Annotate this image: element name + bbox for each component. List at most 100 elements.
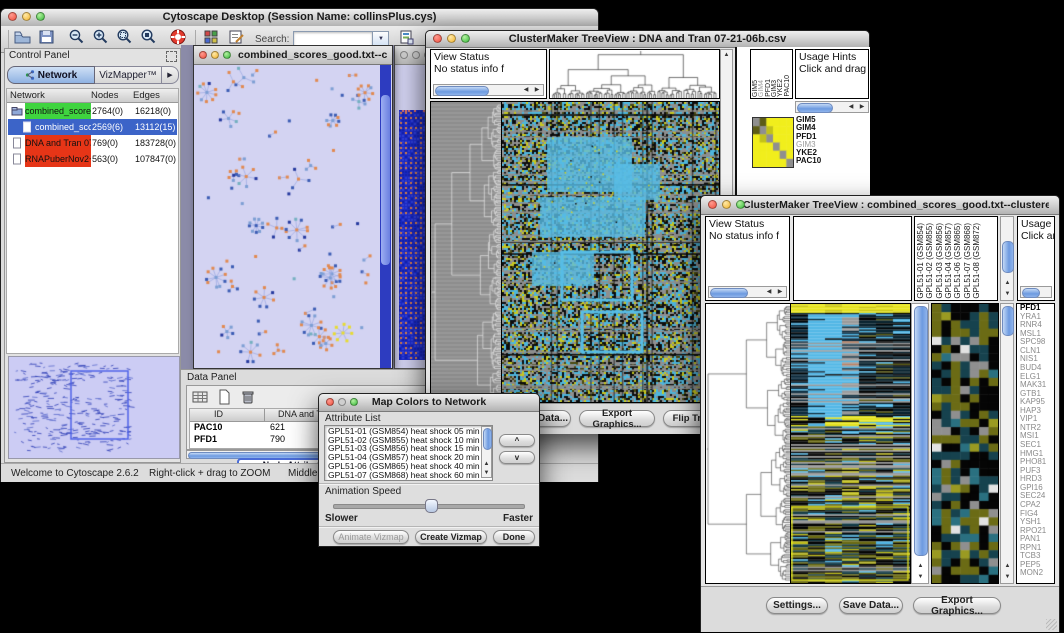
save-data-button[interactable]: Save Data... (839, 597, 903, 614)
close-button[interactable] (708, 200, 717, 209)
tv1-row-dendrogram-panel[interactable] (430, 101, 501, 403)
network-row[interactable]: combined_scores 2764(0) 16218(0) (8, 103, 177, 119)
tv2-usage-hscrollbar[interactable] (1020, 286, 1052, 298)
scroll-right-icon[interactable]: ▶ (775, 287, 785, 297)
overview-canvas[interactable] (8, 356, 180, 459)
scroll-right-icon[interactable]: ▶ (532, 85, 542, 95)
tv2-row-dendrogram-panel[interactable] (705, 303, 790, 584)
settings-button[interactable]: Settings... (766, 597, 828, 614)
close-button[interactable] (8, 12, 17, 21)
network-row-selected[interactable]: combined_sco 2569(6) 13112(15) (8, 119, 177, 135)
scroll-thumb[interactable] (1022, 288, 1040, 298)
tv2-labels-vscrollbar[interactable]: ▲ ▼ (1000, 216, 1014, 301)
scroll-thumb[interactable] (797, 103, 833, 113)
cm2-zoom-canvas[interactable] (932, 304, 998, 583)
tv2-zoom-heatmap-panel[interactable] (931, 303, 999, 584)
scroll-thumb[interactable] (1002, 306, 1014, 336)
attribute-list-vscrollbar[interactable]: ▲ ▼ (481, 426, 492, 478)
network-name[interactable]: combined_scores (25, 103, 91, 119)
cm1-coltree-canvas[interactable] (550, 50, 719, 98)
network-name[interactable]: DNA and Tran 07 (25, 135, 91, 151)
tv2-status-hscrollbar[interactable]: ◀ ▶ (708, 286, 787, 298)
zoom-button[interactable] (736, 200, 745, 209)
resize-grip[interactable] (1046, 619, 1057, 630)
close-button[interactable] (400, 51, 408, 59)
animation-slider[interactable] (333, 498, 523, 512)
cm2-heatmap-canvas[interactable] (791, 304, 910, 583)
export-graphics-button[interactable]: Export Graphics... (579, 410, 655, 427)
scroll-up-icon[interactable]: ▲ (482, 460, 491, 468)
attribute-listbox[interactable]: GPL51-01 (GSM854) heat shock 05 minGPL51… (324, 425, 493, 481)
tv1-column-dendrogram-panel[interactable] (549, 49, 720, 99)
col-network[interactable]: Network (10, 89, 45, 102)
network-canvas[interactable] (195, 65, 381, 368)
col-nodes[interactable]: Nodes (91, 89, 118, 102)
export-graphics-button[interactable]: Export Graphics... (913, 597, 1001, 614)
dialog-titlebar[interactable]: Map Colors to Network (319, 394, 539, 412)
cm2-rowtree-canvas[interactable] (706, 304, 790, 583)
cm1-heatmap-canvas[interactable] (502, 102, 719, 402)
cm1-rowtree-canvas[interactable] (431, 102, 501, 402)
tv2-column-dendrogram-panel[interactable] (793, 216, 912, 301)
tv1-heatmap-panel[interactable] (501, 101, 720, 403)
tab-more-button[interactable]: ▶ (162, 66, 179, 84)
network-row[interactable]: RNAPuberNov2+! 563(0) 107847(0) (8, 151, 177, 167)
scroll-thumb[interactable] (1002, 241, 1014, 273)
done-button[interactable]: Done (493, 530, 535, 544)
scroll-thumb[interactable] (435, 86, 489, 96)
scroll-thumb[interactable] (914, 306, 928, 556)
scroll-down-icon[interactable]: ▼ (482, 469, 491, 477)
tv2-main-vscrollbar[interactable]: ▲ ▼ (911, 303, 929, 584)
scroll-thumb[interactable] (381, 95, 390, 265)
move-down-button[interactable]: v (499, 451, 535, 464)
scroll-down-icon[interactable]: ▼ (914, 572, 927, 582)
tv1-titlebar[interactable]: ClusterMaker TreeView : DNA and Tran 07-… (426, 31, 869, 48)
tv2-titlebar[interactable]: ClusterMaker TreeView : combined_scores_… (701, 196, 1059, 215)
scroll-left-icon[interactable]: ◀ (764, 287, 774, 297)
minimize-button[interactable] (211, 51, 219, 59)
tab-network[interactable]: Network (7, 66, 95, 84)
minimize-button[interactable] (412, 51, 420, 59)
scroll-up-icon[interactable]: ▲ (721, 50, 732, 60)
animate-vizmap-button[interactable]: Animate Vizmap (333, 530, 409, 544)
network-row[interactable]: DNA and Tran 07 769(0) 183728(0) (8, 135, 177, 151)
scroll-left-icon[interactable]: ◀ (521, 85, 531, 95)
scroll-up-icon[interactable]: ▲ (914, 561, 927, 571)
tab-vizmapper[interactable]: VizMapper™ (95, 66, 162, 84)
tv2-heatmap-panel[interactable] (790, 303, 911, 584)
scroll-right-icon[interactable]: ▶ (857, 102, 867, 112)
float-panel-icon[interactable] (166, 51, 177, 62)
zoom-button[interactable] (461, 34, 470, 43)
network-table-header[interactable]: Network Nodes Edges (7, 89, 178, 103)
col-id[interactable]: ID (214, 409, 223, 419)
minimize-button[interactable] (722, 200, 731, 209)
tv1-usage-hscrollbar[interactable]: ◀ ▶ (795, 101, 869, 113)
tv2-zoom-vscrollbar[interactable]: ▲ ▼ (1000, 303, 1014, 584)
close-button[interactable] (433, 34, 442, 43)
scroll-down-icon[interactable]: ▼ (1002, 289, 1013, 299)
gene-label[interactable]: MON2 (1020, 569, 1054, 578)
scroll-down-icon[interactable]: ▼ (1002, 572, 1013, 582)
network-name[interactable]: RNAPuberNov2+! (25, 151, 91, 167)
network-frame-1[interactable]: combined_scores_good.txt--cluste... (193, 45, 393, 369)
minimize-button[interactable] (338, 398, 346, 406)
col-edges[interactable]: Edges (133, 89, 160, 102)
attribute-list-item[interactable]: GPL51-07 (GSM868) heat shock 60 min (328, 471, 492, 480)
create-vizmap-button[interactable]: Create Vizmap (415, 530, 487, 544)
main-titlebar[interactable]: Cytoscape Desktop (Session Name: collins… (1, 9, 598, 27)
zoom-button[interactable] (350, 398, 358, 406)
network-name[interactable]: combined_sco (35, 119, 91, 135)
tv1-status-hscrollbar[interactable]: ◀ ▶ (433, 84, 544, 96)
slider-thumb[interactable] (425, 499, 438, 513)
scroll-thumb[interactable] (483, 428, 492, 450)
close-button[interactable] (326, 398, 334, 406)
scroll-up-icon[interactable]: ▲ (1002, 561, 1013, 571)
move-up-button[interactable]: ^ (499, 434, 535, 447)
close-button[interactable] (199, 51, 207, 59)
scroll-left-icon[interactable]: ◀ (846, 102, 856, 112)
cm1-matrix-canvas[interactable] (752, 117, 794, 168)
zoom-button[interactable] (223, 51, 231, 59)
scroll-up-icon[interactable]: ▲ (1002, 278, 1013, 288)
network-vscrollbar[interactable] (380, 65, 391, 368)
minimize-button[interactable] (447, 34, 456, 43)
